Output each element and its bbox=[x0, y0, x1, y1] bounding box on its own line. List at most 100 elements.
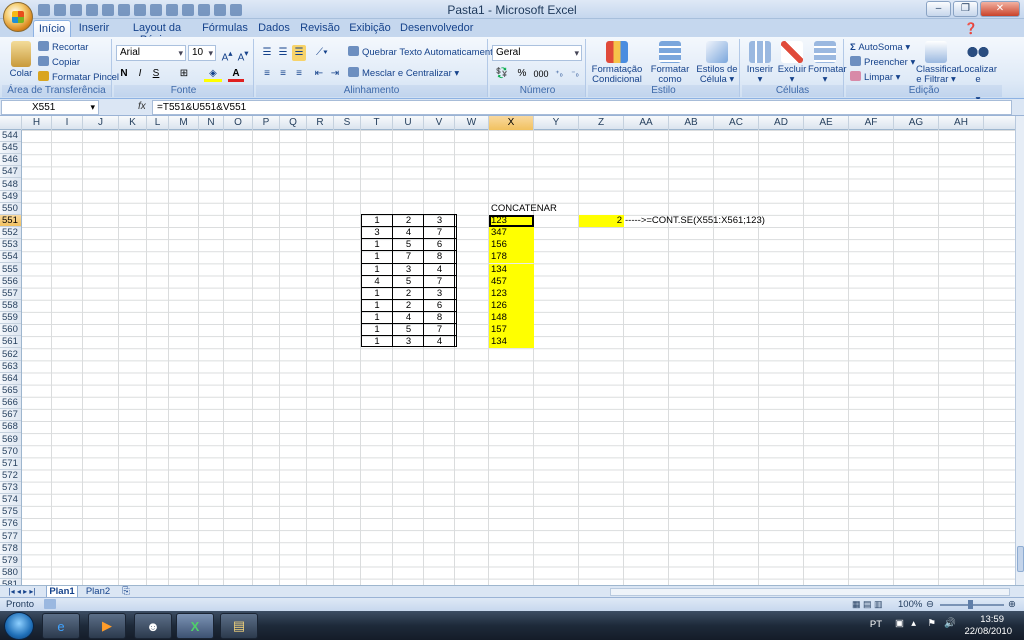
cell-x-concat[interactable]: 457 bbox=[489, 275, 534, 288]
tab-layout[interactable]: Layout da Página bbox=[120, 20, 194, 46]
delete-cells-button[interactable]: Excluir ▾ bbox=[776, 41, 808, 85]
column-header[interactable]: T bbox=[361, 116, 393, 130]
thousands-button[interactable]: 000 bbox=[532, 66, 550, 82]
cell-u[interactable]: 3 bbox=[393, 336, 424, 348]
fill-color-icon[interactable]: ◈ bbox=[204, 66, 222, 82]
name-box[interactable]: X551 bbox=[1, 100, 99, 115]
tab-dados[interactable]: Dados bbox=[256, 20, 292, 37]
row-header[interactable]: 553 bbox=[0, 239, 21, 252]
row-header[interactable]: 546 bbox=[0, 154, 21, 167]
row-header[interactable]: 556 bbox=[0, 276, 21, 288]
currency-icon[interactable]: 💱 bbox=[492, 66, 512, 82]
cell-x-concat[interactable]: 157 bbox=[489, 324, 534, 337]
column-header[interactable]: AF bbox=[849, 116, 894, 130]
autosum-button[interactable]: Σ AutoSoma ▾ bbox=[850, 41, 910, 55]
italic-button[interactable]: I bbox=[134, 66, 146, 82]
borders-icon[interactable]: ⊞ bbox=[176, 66, 192, 82]
number-format-combo[interactable]: Geral bbox=[492, 45, 582, 61]
tab-formulas[interactable]: Fórmulas bbox=[202, 20, 248, 37]
increase-decimal-icon[interactable]: ⁺₀ bbox=[552, 66, 566, 82]
cell-x-concat[interactable]: 134 bbox=[489, 263, 534, 276]
row-header[interactable]: 560 bbox=[0, 324, 21, 337]
countif-result-cell[interactable]: 2 bbox=[579, 214, 624, 227]
align-top-icon[interactable]: ☰ bbox=[260, 45, 274, 61]
wrap-text-button[interactable]: Quebrar Texto Automaticamente bbox=[348, 46, 498, 60]
countif-note[interactable]: ----->=CONT.SE(X551:X561;123) bbox=[624, 215, 824, 227]
row-header[interactable]: 557 bbox=[0, 288, 21, 300]
column-header[interactable]: J bbox=[83, 116, 119, 130]
row-header[interactable]: 555 bbox=[0, 264, 21, 276]
language-indicator[interactable]: PT bbox=[870, 619, 882, 630]
column-header[interactable]: I bbox=[52, 116, 83, 130]
column-header[interactable]: AB bbox=[669, 116, 714, 130]
row-header[interactable]: 551 bbox=[0, 214, 21, 227]
row-header[interactable]: 559 bbox=[0, 312, 21, 325]
insert-function-icon[interactable]: fx bbox=[138, 101, 146, 112]
row-header[interactable]: 562 bbox=[0, 349, 21, 361]
tab-revisao[interactable]: Revisão bbox=[300, 20, 340, 37]
paste-button[interactable]: Colar bbox=[6, 41, 36, 79]
row-header[interactable]: 576 bbox=[0, 518, 21, 531]
row-header[interactable]: 575 bbox=[0, 506, 21, 519]
row-header[interactable]: 552 bbox=[0, 227, 21, 240]
row-header[interactable]: 564 bbox=[0, 373, 21, 385]
align-bottom-icon[interactable]: ☰ bbox=[292, 45, 306, 61]
close-button[interactable]: ✕ bbox=[980, 1, 1020, 17]
row-header[interactable]: 566 bbox=[0, 397, 21, 410]
scroll-thumb[interactable] bbox=[1017, 546, 1024, 572]
increase-indent-icon[interactable]: ⇥ bbox=[328, 66, 342, 82]
decrease-indent-icon[interactable]: ⇤ bbox=[312, 66, 326, 82]
sort-filter-button[interactable]: Classificar e Filtrar ▾ bbox=[916, 41, 960, 85]
cell-styles-button[interactable]: Estilos de Célula ▾ bbox=[696, 41, 738, 85]
font-name-combo[interactable]: Arial bbox=[116, 45, 186, 61]
concat-header-cell[interactable]: CONCATENAR bbox=[489, 203, 569, 215]
help-icon[interactable]: ❓ bbox=[964, 20, 978, 37]
zoom-out-icon[interactable]: ⊖ bbox=[926, 599, 934, 610]
column-header[interactable]: O bbox=[224, 116, 253, 130]
copy-button[interactable]: Copiar bbox=[38, 56, 80, 70]
align-center-icon[interactable]: ≡ bbox=[276, 66, 290, 82]
bold-button[interactable]: N bbox=[118, 66, 130, 82]
row-header[interactable]: 569 bbox=[0, 434, 21, 446]
row-header[interactable]: 548 bbox=[0, 179, 21, 191]
column-header[interactable]: Q bbox=[280, 116, 307, 130]
active-cell[interactable]: 123 bbox=[489, 214, 534, 227]
row-header[interactable]: 561 bbox=[0, 336, 21, 349]
format-painter-button[interactable]: Formatar Pincel bbox=[38, 71, 119, 85]
tray-flag-icon[interactable]: ⚑ bbox=[927, 618, 936, 629]
explorer-folder-icon[interactable]: ▤ bbox=[220, 613, 258, 639]
horizontal-scrollbar[interactable] bbox=[610, 588, 1010, 596]
row-header[interactable]: 563 bbox=[0, 361, 21, 373]
row-header[interactable]: 568 bbox=[0, 421, 21, 434]
column-header[interactable]: AD bbox=[759, 116, 804, 130]
align-right-icon[interactable]: ≡ bbox=[292, 66, 306, 82]
select-all-corner[interactable] bbox=[0, 116, 22, 130]
row-header[interactable]: 579 bbox=[0, 555, 21, 567]
underline-button[interactable]: S bbox=[150, 66, 162, 82]
cell-v[interactable]: 4 bbox=[424, 336, 455, 348]
column-header[interactable]: X bbox=[489, 116, 534, 130]
tab-exibicao[interactable]: Exibição bbox=[348, 20, 392, 37]
cell-x-concat[interactable]: 134 bbox=[489, 336, 534, 349]
column-header[interactable]: W bbox=[455, 116, 489, 130]
formula-input[interactable]: =T551&U551&V551 bbox=[152, 100, 1012, 115]
tray-arrow-icon[interactable]: ▴ bbox=[911, 618, 916, 629]
minimize-button[interactable]: – bbox=[926, 1, 951, 17]
vertical-scrollbar[interactable] bbox=[1015, 116, 1024, 585]
column-header[interactable]: AE bbox=[804, 116, 849, 130]
clock-date[interactable]: 22/08/2010 bbox=[964, 626, 1012, 637]
column-header[interactable]: AA bbox=[624, 116, 669, 130]
column-header[interactable]: Y bbox=[534, 116, 579, 130]
row-header[interactable]: 567 bbox=[0, 409, 21, 422]
grow-font-icon[interactable]: A▴ bbox=[220, 45, 234, 63]
row-header[interactable]: 578 bbox=[0, 543, 21, 555]
row-header[interactable]: 549 bbox=[0, 191, 21, 203]
column-header[interactable]: Z bbox=[579, 116, 624, 130]
cell-x-concat[interactable]: 156 bbox=[489, 239, 534, 252]
column-header[interactable]: U bbox=[393, 116, 424, 130]
align-middle-icon[interactable]: ☰ bbox=[276, 45, 290, 61]
zoom-in-icon[interactable]: ⊕ bbox=[1008, 599, 1016, 610]
row-header[interactable]: 545 bbox=[0, 142, 21, 155]
column-header[interactable]: H bbox=[22, 116, 52, 130]
font-color-icon[interactable]: A bbox=[228, 66, 244, 82]
